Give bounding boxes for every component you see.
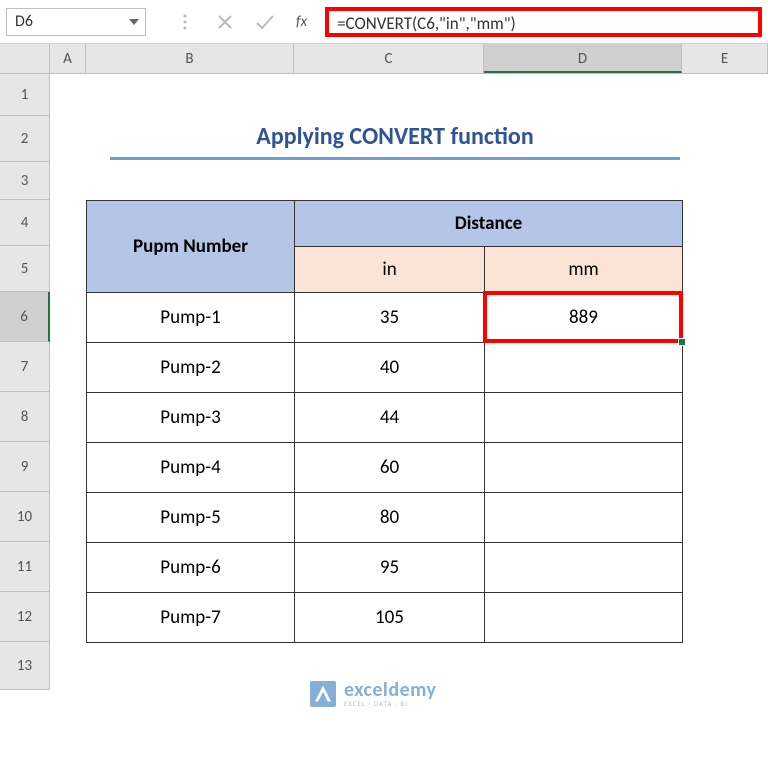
row-header-2[interactable]: 2 [0, 116, 50, 162]
table-row: Pump-1 35 889 [87, 293, 683, 343]
cell-in[interactable]: 44 [295, 393, 485, 443]
sheet-title: Applying CONVERT function [110, 122, 680, 160]
table-row: Pump-2 40 [87, 343, 683, 393]
cell-pump[interactable]: Pump-2 [87, 343, 295, 393]
cell-in[interactable]: 95 [295, 543, 485, 593]
cancel-icon[interactable] [216, 13, 234, 31]
cell-mm[interactable] [485, 343, 683, 393]
cell-pump[interactable]: Pump-3 [87, 393, 295, 443]
cell-mm[interactable] [485, 443, 683, 493]
cell-in[interactable]: 80 [295, 493, 485, 543]
cell-pump[interactable]: Pump-5 [87, 493, 295, 543]
cell-mm[interactable] [485, 593, 683, 643]
fill-handle[interactable] [678, 338, 686, 346]
cell-mm[interactable] [485, 493, 683, 543]
col-header-C[interactable]: C [294, 44, 484, 73]
cell-in[interactable]: 40 [295, 343, 485, 393]
header-distance[interactable]: Distance [295, 201, 683, 247]
col-header-A[interactable]: A [50, 44, 86, 73]
row-header-3[interactable]: 3 [0, 162, 50, 200]
cell-pump[interactable]: Pump-6 [87, 543, 295, 593]
row-headers: 1 2 3 4 5 6 7 8 9 10 11 12 13 [0, 74, 50, 690]
table-row: Pump-7 105 [87, 593, 683, 643]
column-headers: A B C D E [0, 44, 768, 74]
select-all-corner[interactable] [0, 44, 50, 73]
cell-mm[interactable]: 889 [485, 293, 683, 343]
watermark-main: exceldemy [344, 680, 437, 700]
row-header-7[interactable]: 7 [0, 342, 50, 392]
spreadsheet-grid: A B C D E 1 2 3 4 5 6 7 8 9 10 11 12 13 … [0, 44, 768, 690]
row-header-8[interactable]: 8 [0, 392, 50, 442]
row-header-9[interactable]: 9 [0, 442, 50, 492]
formula-input[interactable]: =CONVERT(C6,"in","mm") [325, 7, 762, 37]
header-in[interactable]: in [295, 247, 485, 293]
cell-pump[interactable]: Pump-4 [87, 443, 295, 493]
cell-in[interactable]: 35 [295, 293, 485, 343]
row-header-5[interactable]: 5 [0, 246, 50, 292]
row-header-11[interactable]: 11 [0, 542, 50, 592]
row-header-13[interactable]: 13 [0, 642, 50, 690]
enter-icon[interactable] [256, 13, 274, 31]
watermark: exceldemy EXCEL · DATA · BI [310, 680, 437, 707]
table-row: Pump-5 80 [87, 493, 683, 543]
exceldemy-logo-icon [310, 681, 336, 707]
table-row: Pump-4 60 [87, 443, 683, 493]
dots-icon [176, 13, 194, 31]
row-header-12[interactable]: 12 [0, 592, 50, 642]
row-header-4[interactable]: 4 [0, 200, 50, 246]
col-header-E[interactable]: E [682, 44, 768, 73]
data-table: Pupm Number Distance in mm Pump-1 35 889… [86, 200, 683, 643]
cell-in[interactable]: 60 [295, 443, 485, 493]
row-header-10[interactable]: 10 [0, 492, 50, 542]
watermark-sub: EXCEL · DATA · BI [344, 700, 437, 707]
cell-in[interactable]: 105 [295, 593, 485, 643]
cell-pump[interactable]: Pump-1 [87, 293, 295, 343]
header-mm[interactable]: mm [485, 247, 683, 293]
fx-label[interactable]: fx [296, 13, 307, 31]
cell-pump[interactable]: Pump-7 [87, 593, 295, 643]
formula-bar-icons [176, 13, 274, 31]
table-row: Pump-3 44 [87, 393, 683, 443]
table-row: Pump-6 95 [87, 543, 683, 593]
name-box[interactable]: D6 [6, 8, 146, 36]
header-pump-number[interactable]: Pupm Number [87, 201, 295, 293]
row-header-6[interactable]: 6 [0, 292, 50, 342]
cell-mm[interactable] [485, 393, 683, 443]
col-header-B[interactable]: B [86, 44, 294, 73]
cell-mm[interactable] [485, 543, 683, 593]
col-header-D[interactable]: D [484, 44, 682, 73]
row-header-1[interactable]: 1 [0, 74, 50, 116]
formula-bar: D6 fx =CONVERT(C6,"in","mm") [0, 0, 768, 44]
cells-area[interactable]: Applying CONVERT function Pupm Number Di… [50, 74, 768, 690]
